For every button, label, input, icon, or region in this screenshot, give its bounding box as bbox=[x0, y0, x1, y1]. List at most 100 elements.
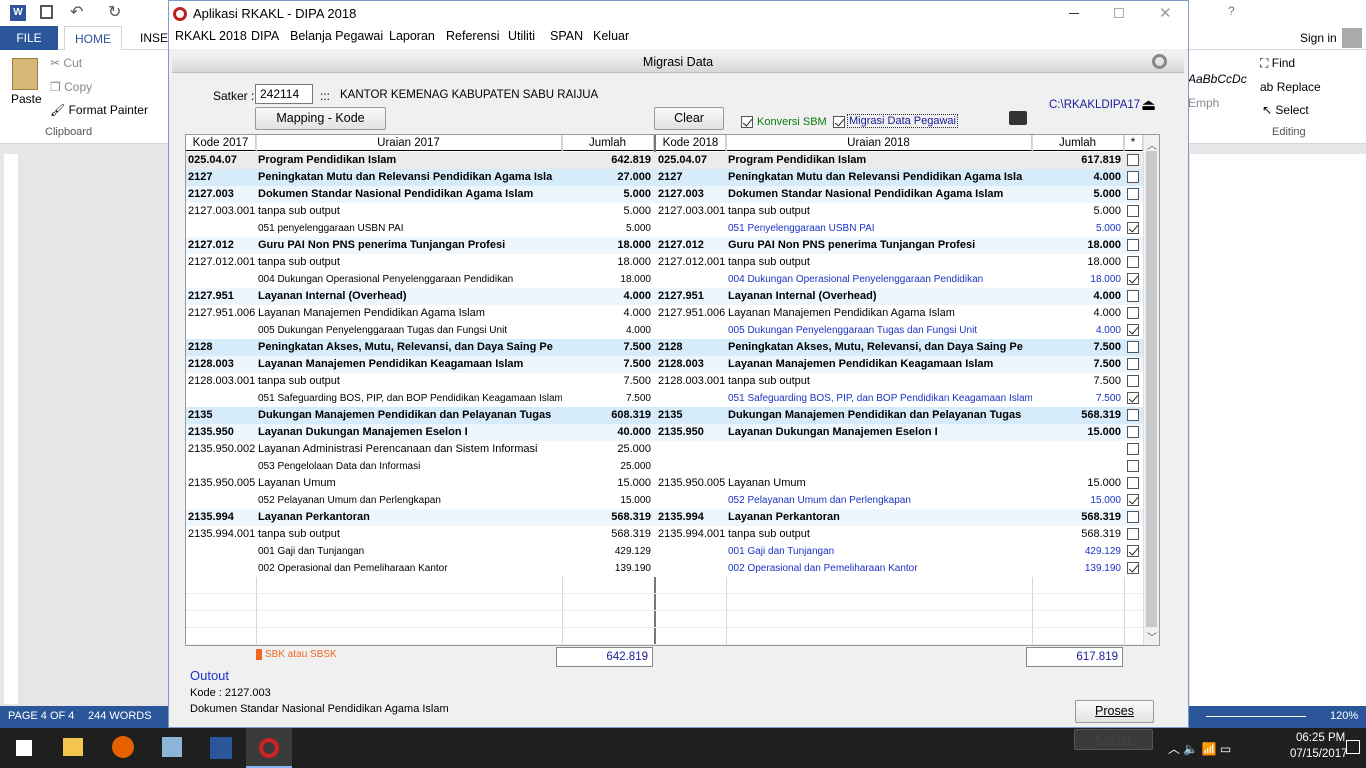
copy-button[interactable]: ❐ Copy bbox=[50, 80, 92, 94]
mapping-kode-button[interactable]: Mapping - Kode bbox=[255, 107, 386, 130]
row-checkbox[interactable] bbox=[1127, 188, 1139, 200]
redo-icon[interactable]: ↻ bbox=[108, 2, 121, 22]
row-checkbox[interactable] bbox=[1127, 426, 1139, 438]
sign-in-link[interactable]: Sign in bbox=[1290, 26, 1347, 50]
select-button[interactable]: ↖ Select bbox=[1262, 103, 1309, 117]
format-painter-button[interactable]: 🖌 Format Painter bbox=[50, 103, 148, 117]
table-row[interactable]: 004 Dukungan Operasional Penyelenggaraan… bbox=[186, 271, 1159, 288]
row-checkbox[interactable] bbox=[1127, 562, 1139, 574]
zoom-slider[interactable] bbox=[1206, 716, 1306, 717]
row-checkbox[interactable] bbox=[1127, 171, 1139, 183]
table-row[interactable]: 2127.951 Layanan Internal (Overhead) 4.000… bbox=[186, 288, 1159, 305]
konversi-sbm-checkbox[interactable] bbox=[741, 116, 753, 128]
row-checkbox[interactable] bbox=[1127, 324, 1139, 336]
keluar-button[interactable]: Keluar bbox=[1074, 729, 1153, 750]
clock-time[interactable]: 06:25 PM bbox=[1296, 732, 1345, 744]
find-button[interactable]: ⛶ Find bbox=[1260, 56, 1295, 71]
scroll-thumb[interactable] bbox=[1146, 151, 1157, 627]
maximize-button[interactable] bbox=[1114, 8, 1124, 18]
row-checkbox[interactable] bbox=[1127, 222, 1139, 234]
row-checkbox[interactable] bbox=[1127, 528, 1139, 540]
table-row[interactable]: 2135.994.001 tanpa sub output 568.319 2135.… bbox=[186, 526, 1159, 543]
satker-code-field[interactable]: 242114 bbox=[255, 84, 313, 104]
dialog-close-icon[interactable] bbox=[1152, 54, 1167, 69]
firefox-icon[interactable] bbox=[112, 736, 134, 758]
table-row[interactable]: 2127.003.001 tanpa sub output 5.000 2127.00… bbox=[186, 203, 1159, 220]
row-checkbox[interactable] bbox=[1127, 494, 1139, 506]
close-icon[interactable]: ✕ bbox=[1159, 4, 1172, 22]
table-row[interactable]: 2127.012.001 tanpa sub output 18.000 2127.0… bbox=[186, 254, 1159, 271]
row-checkbox[interactable] bbox=[1127, 545, 1139, 557]
notification-icon[interactable] bbox=[1346, 740, 1360, 754]
row-checkbox[interactable] bbox=[1127, 358, 1139, 370]
row-checkbox[interactable] bbox=[1127, 392, 1139, 404]
system-tray-icons[interactable]: ︿ 🔈 📶 ▭ bbox=[1168, 740, 1231, 757]
tab-file[interactable]: FILE bbox=[0, 26, 58, 50]
vertical-scrollbar[interactable]: ︿ ﹀ bbox=[1143, 135, 1159, 645]
app-icon[interactable] bbox=[162, 737, 182, 757]
row-checkbox[interactable] bbox=[1127, 307, 1139, 319]
table-row[interactable]: 2135.950.005 Layanan Umum 15.000 2135.950.0… bbox=[186, 475, 1159, 492]
eject-icon[interactable]: ⏏ bbox=[1141, 95, 1156, 115]
table-row[interactable]: 2135 Dukungan Manajemen Pendidikan dan Pe… bbox=[186, 407, 1159, 424]
row-checkbox[interactable] bbox=[1127, 409, 1139, 421]
word-taskbar-icon[interactable] bbox=[210, 737, 232, 759]
table-row[interactable]: 2128.003.001 tanpa sub output 7.500 2128.00… bbox=[186, 373, 1159, 390]
table-row[interactable]: 001 Gaji dan Tunjangan 429.129 001 Gaji da… bbox=[186, 543, 1159, 560]
menu-dipa[interactable]: DIPA bbox=[251, 29, 279, 43]
row-checkbox[interactable] bbox=[1127, 273, 1139, 285]
printer-icon[interactable] bbox=[1009, 111, 1027, 125]
tab-home[interactable]: HOME bbox=[64, 26, 122, 50]
table-row[interactable]: 2135.994 Layanan Perkantoran 568.319 2135.9… bbox=[186, 509, 1159, 526]
replace-button[interactable]: ab Replace bbox=[1260, 80, 1321, 94]
paste-button[interactable]: Paste bbox=[11, 92, 42, 106]
row-checkbox[interactable] bbox=[1127, 443, 1139, 455]
table-row[interactable]: 025.04.07 Program Pendidikan Islam 642.819… bbox=[186, 152, 1159, 169]
table-row[interactable]: 2127 Peningkatan Mutu dan Relevansi Pendi… bbox=[186, 169, 1159, 186]
table-row[interactable]: 2128.003 Layanan Manajemen Pendidikan Kea… bbox=[186, 356, 1159, 373]
style-preview[interactable]: AaBbCcDc bbox=[1188, 72, 1247, 86]
row-checkbox[interactable] bbox=[1127, 239, 1139, 251]
menu-referensi[interactable]: Referensi bbox=[446, 29, 500, 43]
table-row[interactable]: 051 Safeguarding BOS, PIP, dan BOP Pendi… bbox=[186, 390, 1159, 407]
file-explorer-icon[interactable] bbox=[63, 738, 83, 756]
table-row[interactable]: 2127.003 Dokumen Standar Nasional Pendidi… bbox=[186, 186, 1159, 203]
table-row[interactable]: 005 Dukungan Penyelenggaraan Tugas dan F… bbox=[186, 322, 1159, 339]
menu-belanja-pegawai[interactable]: Belanja Pegawai bbox=[290, 29, 383, 43]
menu-span[interactable]: SPAN bbox=[550, 29, 583, 43]
style-emphasis[interactable]: Emphasis bbox=[1188, 96, 1220, 110]
menu-rkakl[interactable]: RKAKL 2018 bbox=[175, 29, 247, 43]
menu-utiliti[interactable]: Utiliti bbox=[508, 29, 535, 43]
migrasi-pegawai-checkbox[interactable] bbox=[833, 116, 845, 128]
avatar[interactable] bbox=[1342, 28, 1362, 48]
table-row[interactable]: 051 penyelenggaraan USBN PAI 5.000 051 Pen… bbox=[186, 220, 1159, 237]
row-checkbox[interactable] bbox=[1127, 290, 1139, 302]
document-page[interactable] bbox=[1190, 154, 1366, 706]
row-checkbox[interactable] bbox=[1127, 460, 1139, 472]
clock-date[interactable]: 07/15/2017 bbox=[1290, 748, 1348, 760]
menu-laporan[interactable]: Laporan bbox=[389, 29, 435, 43]
menu-keluar[interactable]: Keluar bbox=[593, 29, 629, 43]
table-row[interactable]: 2135.950 Layanan Dukungan Manajemen Eselo… bbox=[186, 424, 1159, 441]
rkakl-taskbar-icon[interactable] bbox=[246, 728, 292, 768]
row-checkbox[interactable] bbox=[1127, 375, 1139, 387]
start-button[interactable] bbox=[16, 740, 32, 756]
table-row[interactable]: 2127.012 Guru PAI Non PNS penerima Tunjan… bbox=[186, 237, 1159, 254]
row-checkbox[interactable] bbox=[1127, 256, 1139, 268]
row-checkbox[interactable] bbox=[1127, 154, 1139, 166]
row-checkbox[interactable] bbox=[1127, 341, 1139, 353]
undo-icon[interactable]: ↶ bbox=[70, 2, 83, 22]
scroll-up-icon[interactable]: ︿ bbox=[1147, 137, 1157, 152]
scroll-down-icon[interactable]: ﹀ bbox=[1147, 629, 1157, 644]
row-checkbox[interactable] bbox=[1127, 477, 1139, 489]
table-row[interactable]: 2135.950.002 Layanan Administrasi Perenca… bbox=[186, 441, 1159, 458]
table-row[interactable]: 052 Pelayanan Umum dan Perlengkapan 15.00… bbox=[186, 492, 1159, 509]
proses-button[interactable]: Proses bbox=[1075, 700, 1154, 723]
minimize-button[interactable] bbox=[1069, 13, 1079, 14]
save-icon[interactable] bbox=[40, 5, 53, 19]
row-checkbox[interactable] bbox=[1127, 205, 1139, 217]
cut-button[interactable]: ✂ Cut bbox=[50, 56, 82, 70]
table-row[interactable]: 2127.951.006 Layanan Manajemen Pendidikan… bbox=[186, 305, 1159, 322]
row-checkbox[interactable] bbox=[1127, 511, 1139, 523]
help-icon[interactable]: ? bbox=[1228, 4, 1235, 18]
